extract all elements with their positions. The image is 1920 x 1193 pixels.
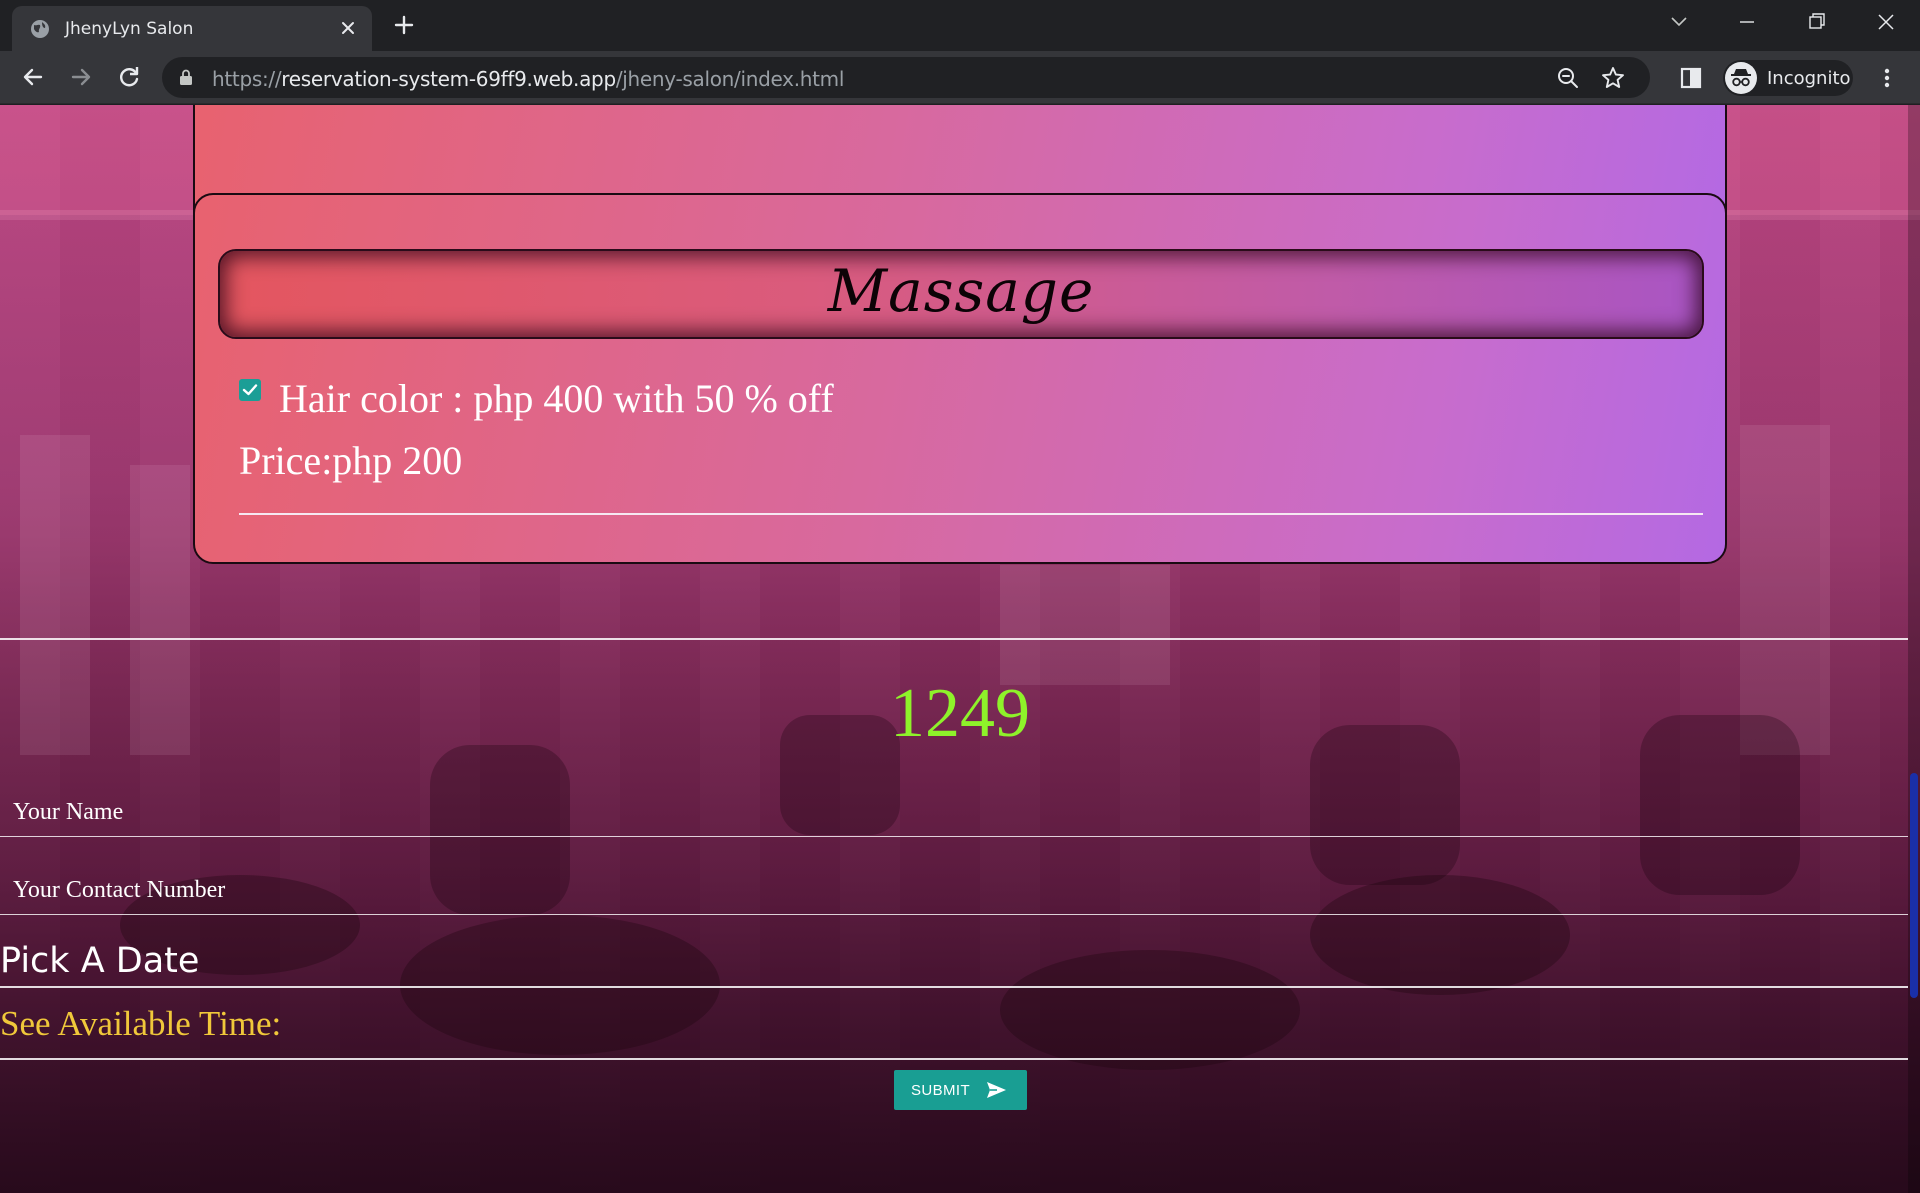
minimize-icon[interactable] [1732, 10, 1762, 34]
browser-tab-strip: JhenyLyn Salon [0, 0, 1920, 51]
browser-toolbar: https://reservation-system-69ff9.web.app… [0, 51, 1920, 104]
forward-arrow-icon[interactable] [68, 64, 94, 90]
kebab-menu-icon[interactable] [1874, 65, 1900, 91]
close-icon[interactable] [338, 18, 358, 38]
contact-input[interactable] [0, 853, 1908, 914]
chevron-down-icon[interactable] [1664, 10, 1694, 34]
address-bar[interactable]: https://reservation-system-69ff9.web.app… [162, 57, 1650, 98]
close-window-icon[interactable] [1871, 10, 1901, 34]
url-text[interactable]: https://reservation-system-69ff9.web.app… [212, 67, 844, 91]
send-icon [987, 1082, 1006, 1098]
time-divider [0, 1058, 1908, 1060]
price-label: Price:php 200 [239, 438, 463, 483]
url-path: /jheny-salon/index.html [615, 67, 845, 91]
url-scheme: https:// [212, 67, 282, 91]
card-divider [239, 513, 1703, 515]
scrollbar-thumb[interactable] [1910, 773, 1918, 998]
page-scrollbar[interactable] [1908, 105, 1920, 1193]
submit-button[interactable]: SUBMIT [894, 1070, 1027, 1110]
lock-icon[interactable] [179, 69, 193, 85]
page-viewport: Massage Hair color : php 400 with 50 % o… [0, 105, 1920, 1193]
total-counter: 1249 [890, 675, 1030, 752]
name-input[interactable] [0, 775, 1908, 836]
section-divider [0, 638, 1908, 640]
tab-title: JhenyLyn Salon [65, 19, 194, 39]
name-label: Your Name [13, 799, 124, 825]
massage-service-card: Massage Hair color : php 400 with 50 % o… [193, 193, 1727, 564]
zoom-icon[interactable] [1556, 66, 1580, 90]
section-title: Massage [827, 257, 1095, 325]
date-divider [0, 986, 1908, 988]
available-time-label[interactable]: See Available Time: [0, 1004, 281, 1044]
star-icon[interactable] [1600, 65, 1626, 91]
service-label[interactable]: Hair color : php 400 with 50 % off [279, 375, 834, 422]
incognito-label: Incognito [1767, 68, 1851, 89]
globe-icon [31, 20, 49, 38]
side-panel-icon[interactable] [1678, 65, 1704, 91]
contact-label: Your Contact Number [13, 877, 226, 903]
section-header: Massage [218, 249, 1704, 339]
contact-field[interactable]: Your Contact Number [0, 853, 1908, 915]
plus-icon[interactable] [392, 13, 416, 37]
url-host: reservation-system-69ff9.web.app [281, 67, 616, 91]
service-checkbox[interactable] [239, 379, 261, 401]
incognito-icon [1725, 62, 1757, 94]
restore-icon[interactable] [1801, 10, 1831, 34]
name-field[interactable]: Your Name [0, 775, 1908, 837]
back-arrow-icon[interactable] [20, 64, 46, 90]
submit-label: SUBMIT [911, 1082, 971, 1099]
browser-tab[interactable]: JhenyLyn Salon [12, 6, 372, 51]
reload-icon[interactable] [116, 64, 142, 90]
pick-date-label[interactable]: Pick A Date [0, 941, 199, 981]
incognito-profile-button[interactable]: Incognito [1723, 60, 1853, 96]
